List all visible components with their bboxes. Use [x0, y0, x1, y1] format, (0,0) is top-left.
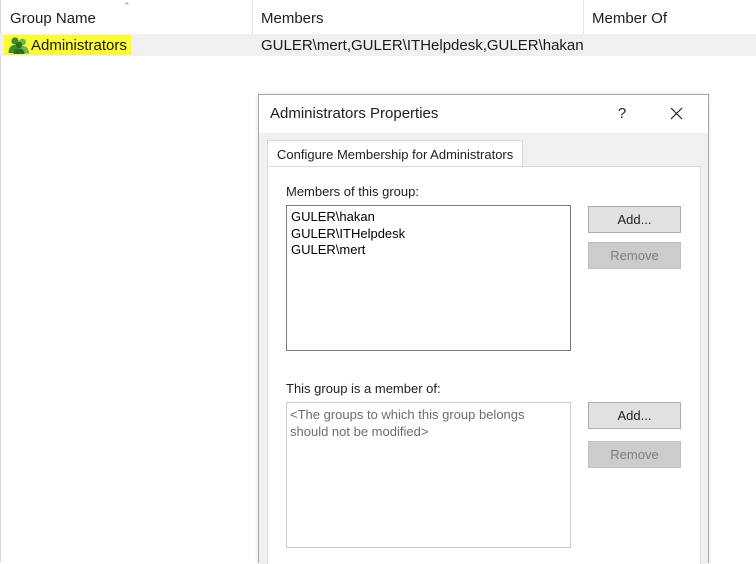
help-button[interactable]: ?: [610, 102, 634, 126]
member-of-section-label: This group is a member of:: [286, 381, 441, 396]
member-of-placeholder: <The groups to which this group belongs …: [290, 407, 525, 439]
group-name-cell[interactable]: Administrators: [4, 35, 131, 55]
members-section-label: Members of this group:: [286, 184, 419, 199]
members-remove-button[interactable]: Remove: [588, 242, 681, 269]
sort-ascending-icon: ⌃: [123, 1, 131, 11]
tab-page: Members of this group: GULER\hakan GULER…: [267, 166, 701, 564]
administrators-properties-dialog: Administrators Properties ? Configure Me…: [258, 94, 709, 564]
dialog-title-bar[interactable]: Administrators Properties ?: [259, 95, 708, 133]
member-item[interactable]: GULER\ITHelpdesk: [287, 226, 570, 243]
dialog-title: Administrators Properties: [270, 105, 439, 122]
close-button[interactable]: [664, 102, 688, 126]
column-divider[interactable]: [583, 0, 584, 34]
group-icon: [8, 37, 29, 54]
member-of-listbox[interactable]: <The groups to which this group belongs …: [286, 402, 571, 548]
member-of-add-button[interactable]: Add...: [588, 402, 681, 429]
member-item[interactable]: GULER\mert: [287, 242, 570, 259]
member-item[interactable]: GULER\hakan: [287, 206, 570, 226]
members-text: GULER\mert,GULER\ITHelpdesk,GULER\hakan: [261, 37, 584, 54]
members-cell: GULER\mert,GULER\ITHelpdesk,GULER\hakan: [261, 34, 584, 56]
members-add-button[interactable]: Add...: [588, 206, 681, 233]
tab-configure-membership[interactable]: Configure Membership for Administrators: [267, 140, 524, 167]
group-name-text: Administrators: [31, 36, 127, 54]
column-header-member-of[interactable]: Member Of: [592, 0, 667, 34]
member-of-remove-button[interactable]: Remove: [588, 441, 681, 468]
close-icon: [670, 107, 683, 120]
list-header: Group Name ⌃ Members Member Of: [0, 0, 756, 35]
column-header-group-name[interactable]: Group Name: [10, 0, 96, 34]
members-listbox[interactable]: GULER\hakan GULER\ITHelpdesk GULER\mert: [286, 205, 571, 351]
column-divider[interactable]: [252, 0, 253, 34]
column-header-members[interactable]: Members: [261, 0, 324, 34]
list-left-border: [0, 0, 1, 562]
group-row-administrators[interactable]: Administrators GULER\mert,GULER\ITHelpde…: [0, 34, 756, 56]
